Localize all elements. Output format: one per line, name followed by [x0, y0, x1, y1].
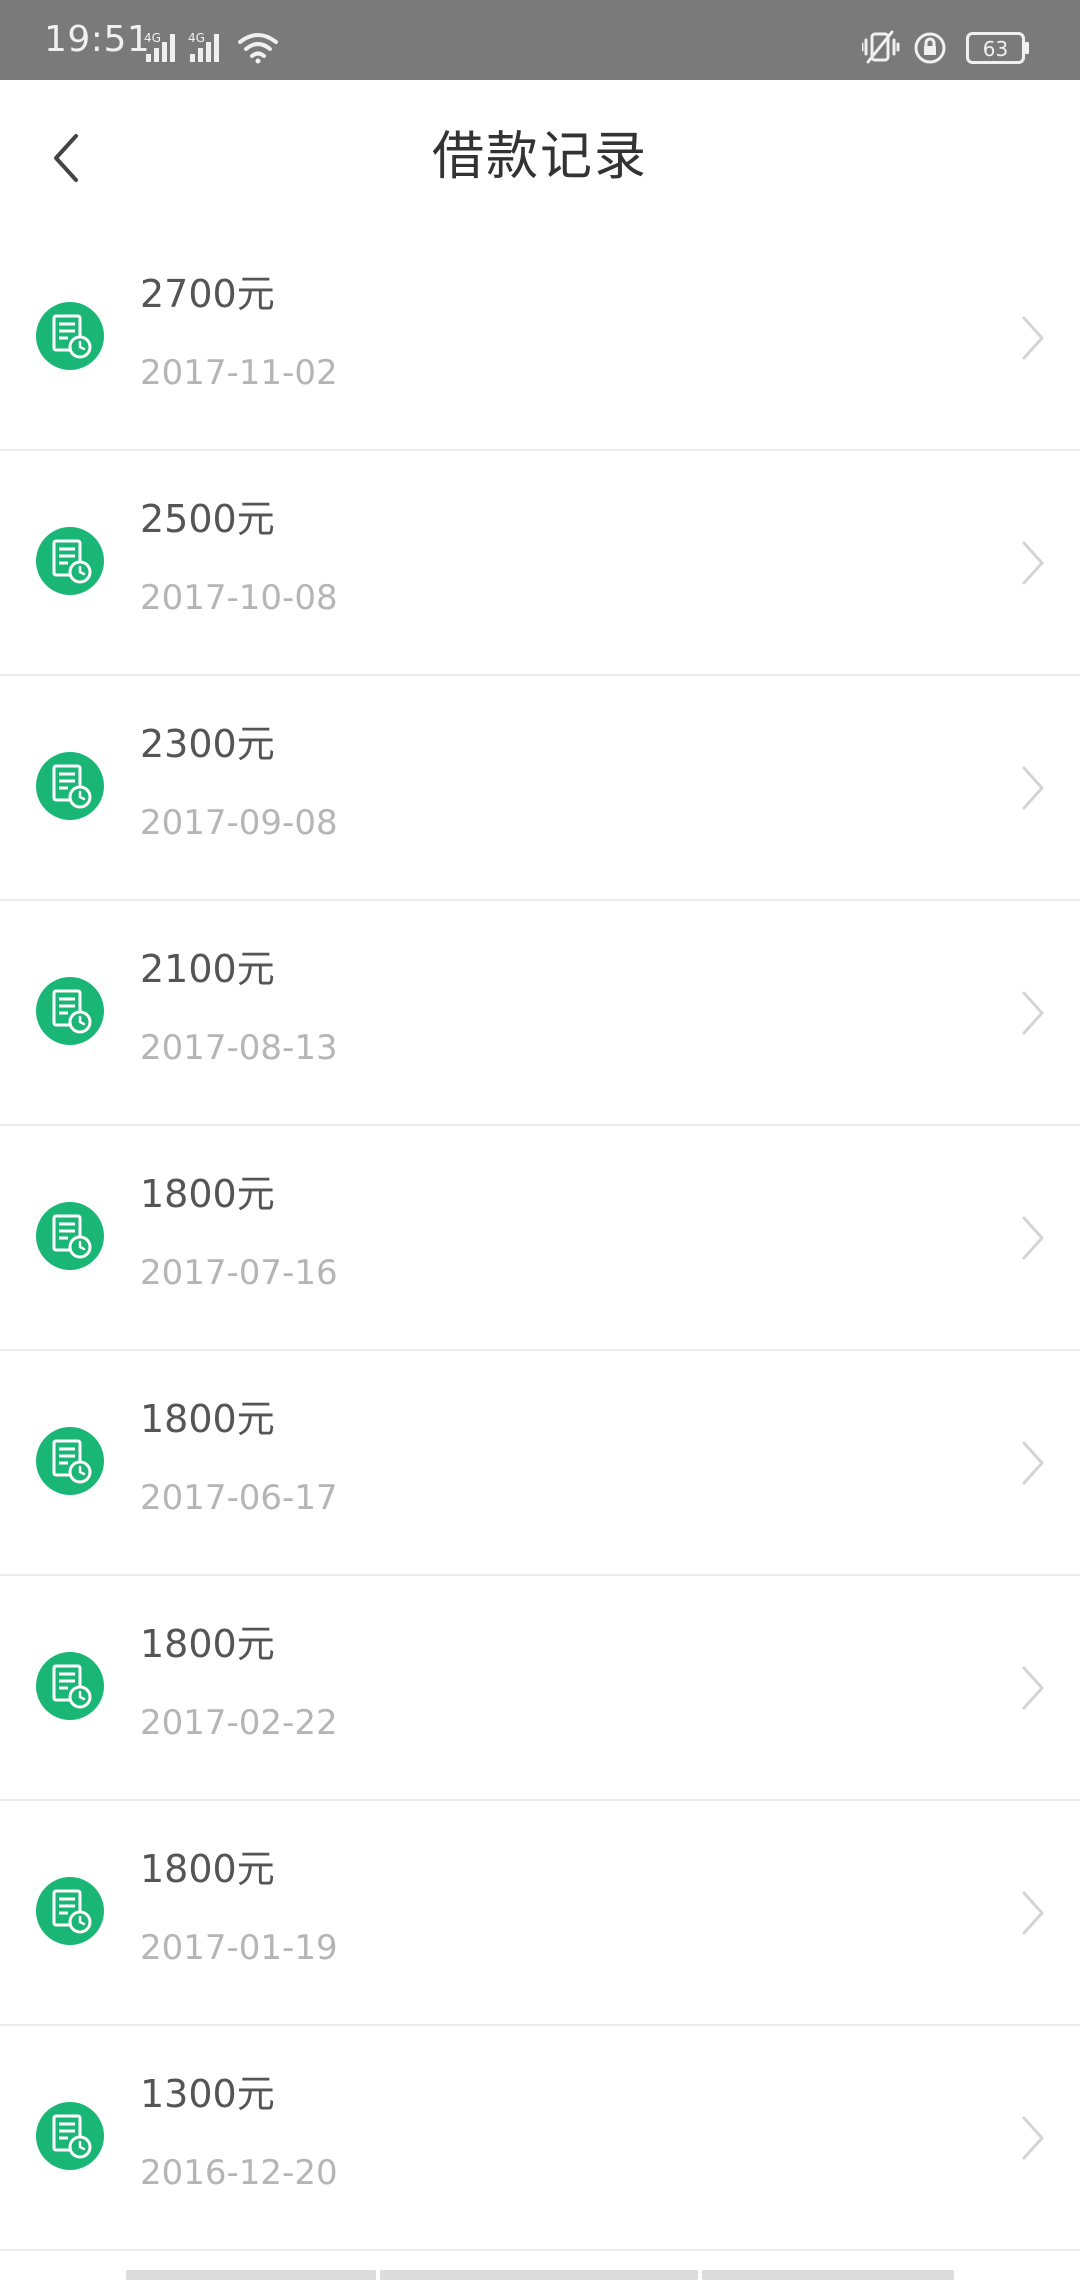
bottom-scroll-hint: [0, 2250, 1080, 2280]
chevron-right-icon: [1012, 310, 1052, 366]
wifi-icon: [238, 33, 278, 64]
loan-document-icon: [36, 527, 104, 595]
chevron-right-icon: [1012, 1435, 1052, 1491]
loan-date: 2017-01-19: [140, 1928, 338, 1968]
loan-record-list: 2700元 2017-11-02 2500元 2017-10-08 2300元 …: [0, 226, 1080, 2251]
signal-label-2: 4G: [188, 31, 205, 45]
chevron-right-icon: [1012, 1885, 1052, 1941]
status-left-icons: 4G 4G: [142, 28, 282, 68]
chevron-right-icon: [1012, 2110, 1052, 2166]
chevron-right-icon: [1012, 760, 1052, 816]
loan-document-icon: [36, 1427, 104, 1495]
loan-date: 2017-10-08: [140, 578, 338, 618]
loan-amount: 1300元: [140, 2072, 275, 2116]
list-item[interactable]: 2300元 2017-09-08: [0, 676, 1080, 901]
list-item[interactable]: 2700元 2017-11-02: [0, 226, 1080, 451]
loan-document-icon: [36, 752, 104, 820]
list-item[interactable]: 1800元 2017-01-19: [0, 1801, 1080, 2026]
chevron-right-icon: [1012, 1660, 1052, 1716]
vibrate-icon: [862, 30, 900, 64]
loan-date: 2017-11-02: [140, 353, 338, 393]
loan-amount: 1800元: [140, 1847, 275, 1891]
loan-amount: 1800元: [140, 1397, 275, 1441]
chevron-right-icon: [1012, 985, 1052, 1041]
header: 借款记录: [0, 80, 1080, 230]
loan-date: 2017-06-17: [140, 1478, 338, 1518]
loan-amount: 2700元: [140, 272, 275, 316]
list-item[interactable]: 1800元 2017-06-17: [0, 1351, 1080, 1576]
loan-amount: 2300元: [140, 722, 275, 766]
loan-document-icon: [36, 302, 104, 370]
list-item[interactable]: 2500元 2017-10-08: [0, 451, 1080, 676]
loan-amount: 2500元: [140, 497, 275, 541]
list-item[interactable]: 1800元 2017-02-22: [0, 1576, 1080, 1801]
loan-date: 2016-12-20: [140, 2153, 338, 2193]
list-item[interactable]: 2100元 2017-08-13: [0, 901, 1080, 1126]
status-right-icons: 63: [862, 30, 1032, 70]
loan-date: 2017-08-13: [140, 1028, 338, 1068]
rotation-lock-icon: [914, 32, 946, 64]
battery-level: 63: [983, 37, 1008, 61]
list-item[interactable]: 1800元 2017-07-16: [0, 1126, 1080, 1351]
chevron-right-icon: [1012, 535, 1052, 591]
page-title: 借款记录: [431, 127, 648, 187]
loan-amount: 1800元: [140, 1622, 275, 1666]
signal-label-1: 4G: [144, 31, 161, 45]
loan-document-icon: [36, 1652, 104, 1720]
status-time: 19:51: [44, 19, 151, 60]
list-item[interactable]: 1300元 2016-12-20: [0, 2026, 1080, 2251]
loan-document-icon: [36, 1877, 104, 1945]
loan-document-icon: [36, 1202, 104, 1270]
loan-date: 2017-02-22: [140, 1703, 338, 1743]
loan-amount: 1800元: [140, 1172, 275, 1216]
battery-icon: 63: [966, 32, 1029, 64]
loan-date: 2017-07-16: [140, 1253, 338, 1293]
loan-amount: 2100元: [140, 947, 275, 991]
loan-document-icon: [36, 2102, 104, 2170]
loan-date: 2017-09-08: [140, 803, 338, 843]
signal-icon: 4G: [144, 31, 175, 62]
signal-icon: 4G: [188, 31, 219, 62]
status-bar: 19:51 4G 4G 63: [0, 0, 1080, 80]
chevron-right-icon: [1012, 1210, 1052, 1266]
loan-document-icon: [36, 977, 104, 1045]
